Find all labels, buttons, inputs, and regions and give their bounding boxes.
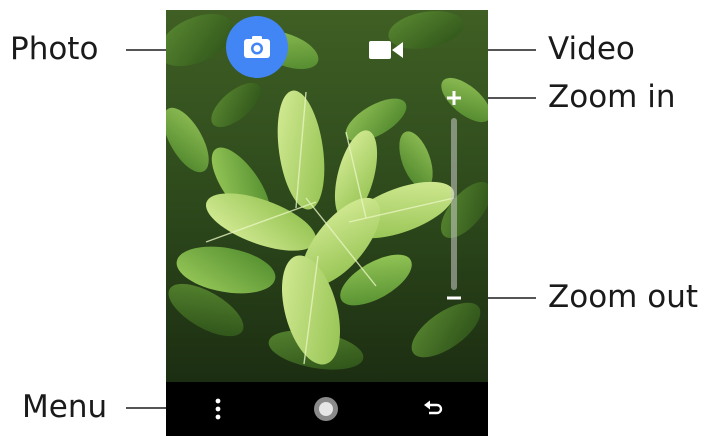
callout-menu-label: Menu [22, 389, 108, 425]
zoom-out-button[interactable] [442, 286, 466, 310]
zoom-in-button[interactable] [442, 86, 466, 110]
camera-screen [166, 10, 488, 436]
back-button[interactable] [422, 397, 444, 419]
callout-photo-label: Photo [10, 31, 99, 67]
minus-icon [447, 296, 461, 300]
callout-video-label: Video [548, 31, 635, 67]
menu-button[interactable] [206, 394, 230, 424]
home-button[interactable] [312, 395, 340, 423]
leaf-preview-image [166, 10, 488, 382]
photo-mode-button[interactable] [226, 16, 288, 78]
more-vert-icon [215, 398, 221, 420]
callout-zoom-in-label: Zoom in [548, 79, 676, 115]
videocam-icon [369, 41, 403, 59]
back-arrow-icon [424, 400, 443, 415]
camera-viewfinder [166, 10, 488, 382]
home-circle-icon [314, 397, 338, 421]
callout-zoom-out-label: Zoom out [548, 279, 698, 315]
video-mode-button[interactable] [366, 36, 406, 64]
zoom-slider-track[interactable] [451, 118, 457, 290]
plus-icon [447, 91, 461, 105]
camera-icon [244, 36, 270, 58]
navigation-bar [166, 382, 488, 436]
